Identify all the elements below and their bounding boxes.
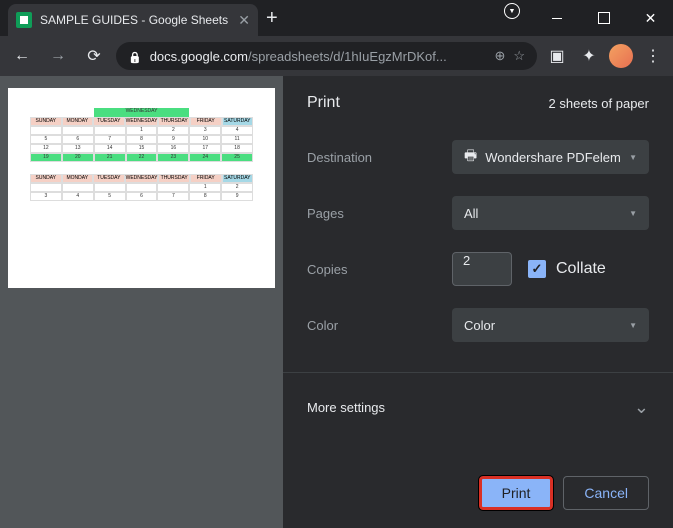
back-button[interactable]: ←: [8, 42, 36, 70]
pages-label: Pages: [307, 206, 452, 221]
preview-page: WEDNESDAY SUNDAYMONDAYTUESDAYWEDNESDAYTH…: [8, 88, 275, 288]
close-icon[interactable]: ✕: [238, 12, 250, 29]
extensions-icon[interactable]: ✦: [577, 44, 601, 68]
color-dropdown[interactable]: Color: [452, 308, 649, 342]
print-preview-pane: WEDNESDAY SUNDAYMONDAYTUESDAYWEDNESDAYTH…: [0, 76, 283, 528]
new-tab-button[interactable]: +: [266, 7, 278, 30]
zoom-icon[interactable]: ⊕: [494, 48, 505, 64]
divider: [283, 372, 673, 373]
sheets-icon: [16, 12, 32, 28]
print-button[interactable]: Print: [479, 476, 554, 510]
destination-label: Destination: [307, 150, 452, 165]
printer-icon: 🖶: [464, 145, 477, 169]
browser-titlebar: SAMPLE GUIDES - Google Sheets ✕ +: [0, 0, 673, 36]
address-bar[interactable]: docs.google.com/spreadsheets/d/1hIuEgzMr…: [116, 42, 537, 70]
lock-icon: [128, 49, 142, 64]
more-settings-toggle[interactable]: More settings: [307, 393, 649, 422]
reload-button[interactable]: ⟳: [80, 42, 108, 70]
copies-label: Copies: [307, 262, 452, 277]
color-label: Color: [307, 318, 452, 333]
url-text: docs.google.com/spreadsheets/d/1hIuEgzMr…: [150, 49, 487, 64]
collate-label: Collate: [556, 260, 606, 278]
print-settings-panel: Print 2 sheets of paper Destination 🖶 Wo…: [283, 76, 673, 528]
destination-dropdown[interactable]: 🖶 Wondershare PDFelem: [452, 140, 649, 174]
cast-icon[interactable]: ▣: [545, 44, 569, 68]
maximize-button[interactable]: [581, 3, 626, 33]
copies-input[interactable]: 2: [452, 252, 512, 286]
collate-checkbox[interactable]: ✓: [528, 260, 546, 278]
browser-tab[interactable]: SAMPLE GUIDES - Google Sheets ✕: [8, 4, 258, 36]
minimize-button[interactable]: [534, 3, 579, 33]
panel-title: Print: [307, 94, 340, 112]
dropdown-icon[interactable]: [504, 3, 520, 19]
bookmark-icon[interactable]: ☆: [513, 48, 525, 64]
forward-button[interactable]: →: [44, 42, 72, 70]
tab-title: SAMPLE GUIDES - Google Sheets: [40, 13, 230, 27]
window-close-button[interactable]: [628, 3, 673, 33]
browser-toolbar: ← → ⟳ docs.google.com/spreadsheets/d/1hI…: [0, 36, 673, 76]
profile-avatar[interactable]: [609, 44, 633, 68]
cancel-button[interactable]: Cancel: [563, 476, 649, 510]
sheet-count: 2 sheets of paper: [549, 96, 649, 111]
pages-dropdown[interactable]: All: [452, 196, 649, 230]
menu-icon[interactable]: ⋮: [641, 44, 665, 68]
